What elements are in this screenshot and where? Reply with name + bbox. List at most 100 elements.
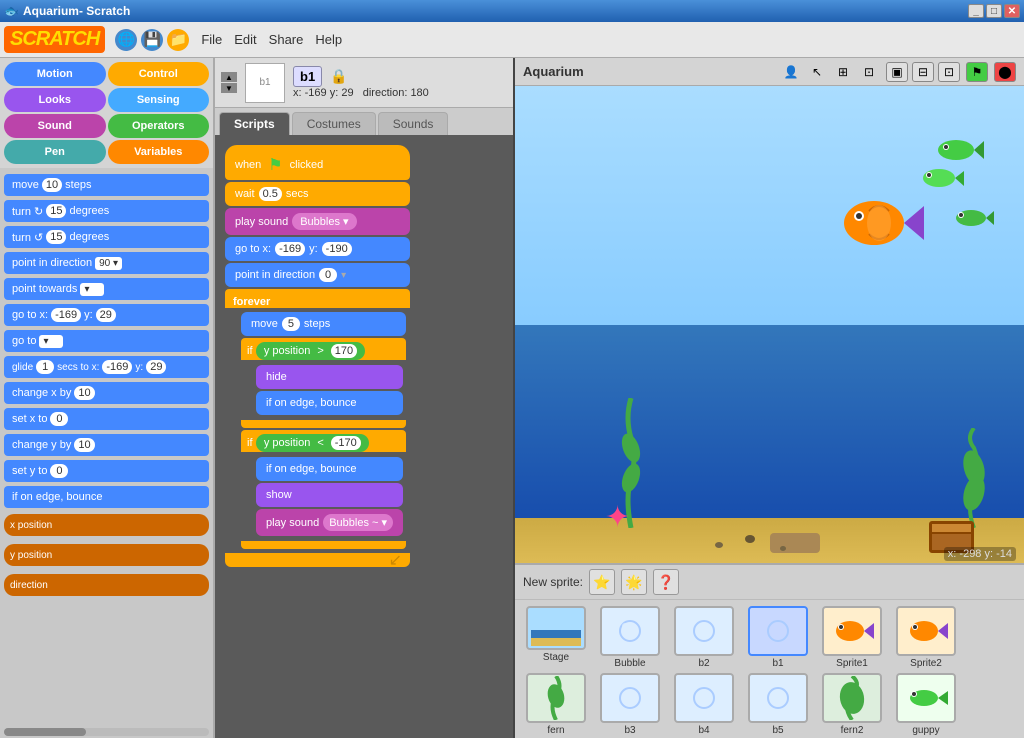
script-point-dir[interactable]: point in direction 0 ▾ [225, 263, 410, 287]
script-goto-xy[interactable]: go to x: -169 y: -190 [225, 237, 410, 261]
block-goto-xy[interactable]: go to x: -169 y: 29 [4, 304, 209, 326]
blocks-scrollbar[interactable] [4, 728, 209, 736]
category-looks[interactable]: Looks [4, 88, 106, 112]
block-glide[interactable]: glide 1 secs to x: -169 y: 29 [4, 356, 209, 378]
sensor-blocks: x position [4, 514, 209, 536]
new-sprite-random[interactable]: 🌟 [621, 569, 647, 595]
green-flag-button[interactable]: ⚑ [966, 62, 988, 82]
sprite-label-b2: b2 [698, 658, 709, 669]
script-show[interactable]: show [256, 483, 403, 507]
new-sprite-paint[interactable]: ⭐ [589, 569, 615, 595]
new-sprite-from-file[interactable]: ❓ [653, 569, 679, 595]
category-sound[interactable]: Sound [4, 114, 106, 138]
sprite-coords: x: -169 y: 29 direction: 180 [293, 87, 507, 99]
folder-icon[interactable]: 📁 [167, 29, 189, 51]
block-edge-bounce[interactable]: if on edge, bounce [4, 486, 209, 508]
category-sensing[interactable]: Sensing [108, 88, 210, 112]
block-set-y[interactable]: set y to 0 [4, 460, 209, 482]
sprite-item-b4[interactable]: b4 [669, 673, 739, 736]
block-goto[interactable]: go to ▾ [4, 330, 209, 352]
script-edge-bounce-1[interactable]: if on edge, bounce [256, 391, 403, 415]
sprite-item-b2[interactable]: b2 [669, 606, 739, 669]
sand-dot-1 [715, 542, 723, 548]
sprite-item-fern[interactable]: fern [521, 673, 591, 736]
script-forever-header[interactable]: forever [225, 289, 410, 308]
sprite-item-b3[interactable]: b3 [595, 673, 665, 736]
menu-share[interactable]: Share [269, 32, 304, 47]
category-operators[interactable]: Operators [108, 114, 210, 138]
view-icon-2[interactable]: ⊟ [912, 62, 934, 82]
right-panel: Aquarium 👤 ↖ ⊞ ⊡ ▣ ⊟ ⊡ ⚑ [515, 58, 1024, 738]
view-icon-3[interactable]: ⊡ [938, 62, 960, 82]
stage-header: Aquarium 👤 ↖ ⊞ ⊡ ▣ ⊟ ⊡ ⚑ [515, 58, 1024, 86]
block-direction[interactable]: direction [4, 574, 209, 596]
block-turn-ccw[interactable]: turn ↺ 15 degrees [4, 226, 209, 248]
category-variables[interactable]: Variables [108, 140, 210, 164]
maximize-button[interactable]: □ [986, 4, 1002, 18]
menu-help[interactable]: Help [315, 32, 342, 47]
sprite-item-fern2[interactable]: fern2 [817, 673, 887, 736]
sprite-label-b3: b3 [624, 725, 635, 736]
script-edge-bounce-2[interactable]: if on edge, bounce [256, 457, 403, 481]
sprite-item-b1[interactable]: b1 [743, 606, 813, 669]
category-control[interactable]: Control [108, 62, 210, 86]
sprite-item-sprite1[interactable]: Sprite1 [817, 606, 887, 669]
script-if-1[interactable]: if y position > 170 [241, 338, 406, 360]
fullscreen-icon[interactable]: ⊡ [858, 62, 880, 82]
content: Motion Control Looks Sensing Sound Opera… [0, 58, 1024, 738]
close-button[interactable]: ✕ [1004, 4, 1020, 18]
sprite-item-sprite2[interactable]: Sprite2 [891, 606, 961, 669]
block-change-x[interactable]: change x by 10 [4, 382, 209, 404]
resize-icon[interactable]: ⊞ [832, 62, 854, 82]
block-change-y[interactable]: change y by 10 [4, 434, 209, 456]
fish-green-3 [952, 206, 994, 230]
script-hide[interactable]: hide [256, 365, 403, 389]
tabs: Scripts Costumes Sounds [215, 108, 513, 135]
sprite-nav-up[interactable]: ▲ [221, 72, 237, 82]
menubar: SCRATCH 🌐 💾 📁 File Edit Share Help [0, 22, 1024, 58]
sprite-label-b4: b4 [698, 725, 709, 736]
block-turn-cw[interactable]: turn ↻ 15 degrees [4, 200, 209, 222]
menu-file[interactable]: File [201, 32, 222, 47]
script-play-sound-2[interactable]: play sound Bubbles ~ ▾ [256, 509, 403, 536]
block-point-towards[interactable]: point towards ▾ [4, 278, 209, 300]
tab-costumes[interactable]: Costumes [292, 112, 376, 135]
stage-sky [515, 86, 1024, 325]
script-when-clicked[interactable]: when ⚑ clicked [225, 145, 410, 180]
block-move[interactable]: move 10 steps [4, 174, 209, 196]
script-wait[interactable]: wait 0.5 secs [225, 182, 410, 206]
sprite-item-guppy[interactable]: guppy [891, 673, 961, 736]
block-set-x[interactable]: set x to 0 [4, 408, 209, 430]
script-if-2[interactable]: if y position < -170 [241, 430, 406, 452]
sprite-item-bubble[interactable]: Bubble [595, 606, 665, 669]
sprite-label-bubble: Bubble [614, 658, 645, 669]
rock [770, 533, 820, 553]
view-icon-1[interactable]: ▣ [886, 62, 908, 82]
tab-sounds[interactable]: Sounds [378, 112, 449, 135]
fish-main [834, 186, 924, 261]
sensor-y-block: y position [4, 544, 209, 566]
sprite-item-b5[interactable]: b5 [743, 673, 813, 736]
minimize-button[interactable]: _ [968, 4, 984, 18]
script-play-sound-1[interactable]: play sound Bubbles ▾ [225, 208, 410, 235]
script-if-2-end [241, 541, 406, 549]
category-pen[interactable]: Pen [4, 140, 106, 164]
cursor-icon[interactable]: ↖ [806, 62, 828, 82]
save-icon[interactable]: 💾 [141, 29, 163, 51]
stop-button[interactable]: ⬤ [994, 62, 1016, 82]
sprite-item-stage[interactable]: Stage [521, 606, 591, 669]
script-move[interactable]: move 5 steps [241, 312, 406, 336]
sprites-toolbar: New sprite: ⭐ 🌟 ❓ [515, 565, 1024, 600]
sprites-grid: Stage Bubble b2 [515, 600, 1024, 738]
block-x-position[interactable]: x position [4, 514, 209, 536]
sprite-label-b5: b5 [772, 725, 783, 736]
sprite-nav-down[interactable]: ▼ [221, 83, 237, 93]
sprite-name[interactable]: b1 [293, 66, 322, 87]
category-motion[interactable]: Motion [4, 62, 106, 86]
globe-icon[interactable]: 🌐 [115, 29, 137, 51]
sprites-panel: New sprite: ⭐ 🌟 ❓ [515, 563, 1024, 738]
block-y-position[interactable]: y position [4, 544, 209, 566]
menu-edit[interactable]: Edit [234, 32, 256, 47]
block-point-direction[interactable]: point in direction 90 ▾ [4, 252, 209, 274]
tab-scripts[interactable]: Scripts [219, 112, 290, 135]
